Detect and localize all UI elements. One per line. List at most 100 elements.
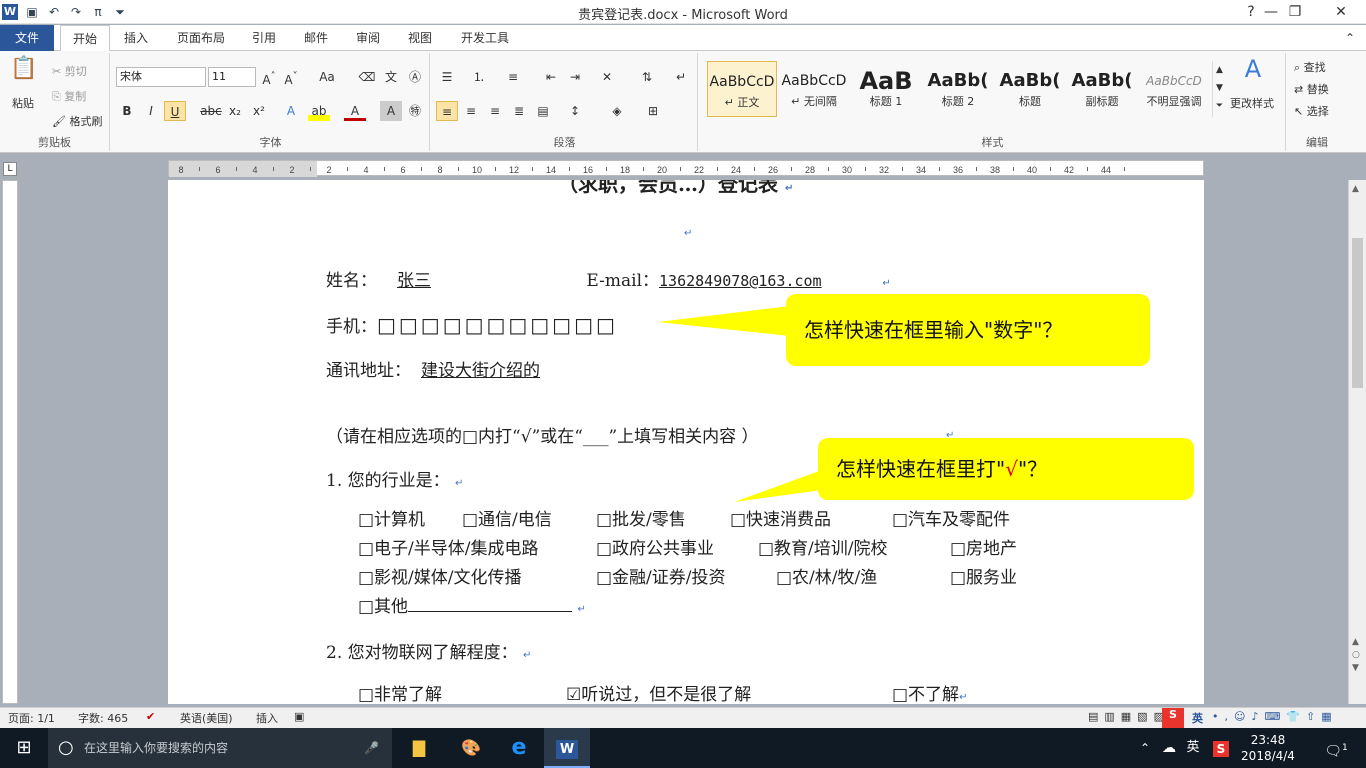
superscript-icon[interactable]: x² bbox=[248, 101, 270, 121]
redo-icon[interactable]: ↷ bbox=[68, 4, 84, 20]
insert-mode[interactable]: 插入 bbox=[256, 710, 278, 726]
tab-layout[interactable]: 页面布局 bbox=[168, 25, 234, 51]
format-painter-button[interactable]: 🖌 格式刷 bbox=[52, 113, 102, 129]
font-name-combo[interactable]: 宋体 bbox=[116, 67, 206, 87]
tab-references[interactable]: 引用 bbox=[242, 25, 286, 51]
tab-home[interactable]: 开始 bbox=[60, 25, 110, 52]
text-effects-icon[interactable]: A bbox=[280, 101, 302, 121]
select-button[interactable]: ↖ 选择 bbox=[1294, 103, 1329, 119]
close-button[interactable]: ✕ bbox=[1318, 0, 1364, 24]
undo-icon[interactable]: ↶ bbox=[46, 4, 62, 20]
bullets-icon[interactable]: ☰ bbox=[436, 67, 458, 87]
justify-icon[interactable]: ≣ bbox=[508, 101, 530, 121]
strikethrough-icon[interactable]: abc bbox=[200, 101, 222, 121]
align-right-icon[interactable]: ≡ bbox=[484, 101, 506, 121]
change-styles-button[interactable]: 更改样式 bbox=[1230, 95, 1274, 111]
distributed-icon[interactable]: ▤ bbox=[532, 101, 554, 121]
character-border-icon[interactable]: Ⓐ bbox=[404, 67, 426, 87]
character-shading-icon[interactable]: A bbox=[380, 101, 402, 121]
paint-app-icon[interactable]: 🎨 bbox=[448, 728, 494, 768]
find-button[interactable]: ⌕ 查找 bbox=[1294, 59, 1326, 75]
language-indicator[interactable]: 英语(美国) bbox=[180, 710, 233, 726]
tab-mailings[interactable]: 邮件 bbox=[294, 25, 338, 51]
line-spacing-icon[interactable]: ↕ bbox=[564, 101, 586, 121]
style-heading-1[interactable]: AaB 标题 1 bbox=[851, 61, 921, 117]
view-buttons[interactable]: ▤▥▦▧▨ bbox=[1088, 710, 1170, 723]
edge-browser-icon[interactable]: e bbox=[496, 728, 542, 768]
change-case-icon[interactable]: Aa bbox=[316, 67, 338, 87]
style-title[interactable]: AaBb(标题 bbox=[995, 61, 1065, 117]
scroll-up-icon[interactable]: ▲ bbox=[1352, 184, 1359, 194]
pi-icon[interactable]: π bbox=[90, 4, 106, 20]
word-count[interactable]: 字数: 465 bbox=[78, 710, 128, 726]
numbering-icon[interactable]: ⒈ bbox=[468, 67, 490, 87]
tab-selector[interactable]: L bbox=[3, 162, 17, 176]
font-size-combo[interactable]: 11 bbox=[208, 67, 256, 87]
style-subtle-emphasis[interactable]: AaBbCcD 不明显强调 bbox=[1139, 61, 1209, 117]
ime-language[interactable]: 英 bbox=[1192, 710, 1203, 726]
ime-taskbar-language[interactable]: 英 bbox=[1182, 728, 1204, 768]
browse-object-icons[interactable]: ▲ ○ ▼ bbox=[1352, 636, 1360, 675]
italic-icon[interactable]: I bbox=[140, 101, 162, 121]
sort-icon[interactable]: ⇅ bbox=[636, 67, 658, 87]
tab-file[interactable]: 文件 bbox=[0, 25, 54, 51]
highlight-icon[interactable]: ab bbox=[308, 101, 330, 121]
multilevel-list-icon[interactable]: ≡ bbox=[502, 67, 524, 87]
taskbar-search-box[interactable]: ○ 在这里输入你要搜索的内容 🎤 bbox=[48, 728, 392, 768]
paste-icon[interactable]: 📋 bbox=[10, 58, 37, 89]
phonetic-guide-icon[interactable]: 文 bbox=[380, 67, 402, 87]
document-page[interactable]: （求职，会员…）登记表 ↵ ↵ 姓名： 张三 E-mail：1362849078@… bbox=[168, 180, 1204, 704]
chinese-layout-icon[interactable]: ✕ bbox=[596, 67, 618, 87]
decrease-indent-icon[interactable]: ⇤ bbox=[540, 67, 562, 87]
show-marks-icon[interactable]: ↵ bbox=[670, 67, 692, 87]
proofing-icon[interactable]: ✔ bbox=[146, 710, 155, 723]
show-hidden-icons[interactable]: ⌃ bbox=[1134, 728, 1156, 768]
font-color-icon[interactable]: A bbox=[344, 101, 366, 121]
macro-record-icon[interactable]: ▣ bbox=[294, 710, 304, 723]
sogou-ime-icon[interactable]: S bbox=[1162, 708, 1184, 728]
restore-button[interactable]: ❐ bbox=[1272, 0, 1318, 24]
change-styles-icon[interactable]: A bbox=[1236, 57, 1270, 89]
tab-view[interactable]: 视图 bbox=[398, 25, 442, 51]
tab-developer[interactable]: 开发工具 bbox=[452, 25, 518, 51]
save-icon[interactable]: ▣ bbox=[24, 4, 40, 20]
clear-format-icon[interactable]: ⌫ bbox=[356, 67, 378, 87]
borders-icon[interactable]: ⊞ bbox=[642, 101, 664, 121]
ime-toolbar-icons[interactable]: •,☺♪⌨👕⇧▦ bbox=[1212, 710, 1338, 723]
grow-font-icon[interactable]: A˄ bbox=[258, 67, 280, 87]
increase-indent-icon[interactable]: ⇥ bbox=[564, 67, 586, 87]
style-normal[interactable]: AaBbCcD ↵ 正文 bbox=[707, 61, 777, 117]
vertical-scrollbar[interactable]: ▲ ▲ ○ ▼ bbox=[1348, 180, 1366, 704]
style-heading-2[interactable]: AaBb(标题 2 bbox=[923, 61, 993, 117]
align-center-icon[interactable]: ≡ bbox=[460, 101, 482, 121]
replace-button[interactable]: ⇄ 替换 bbox=[1294, 81, 1329, 97]
clock[interactable]: 23:48 2018/4/4 bbox=[1236, 732, 1300, 764]
collapse-ribbon-icon[interactable]: ⌃ bbox=[1340, 25, 1360, 51]
copy-button[interactable]: ⎘ 复制 bbox=[52, 88, 86, 104]
paste-button[interactable]: 粘贴 bbox=[12, 95, 34, 111]
style-subtitle[interactable]: AaBb(副标题 bbox=[1067, 61, 1137, 117]
horizontal-ruler[interactable]: 8 6 4 2 2 4 6 8 10 12 14 16 18 20 22 24 26 28 30 32 34 36 38 40… bbox=[168, 160, 1204, 177]
network-icon[interactable]: ☁ bbox=[1158, 728, 1180, 768]
scrollbar-thumb[interactable] bbox=[1352, 238, 1363, 388]
microphone-icon[interactable]: 🎤 bbox=[364, 728, 379, 768]
enclose-characters-icon[interactable]: ㊕ bbox=[404, 101, 426, 121]
shading-icon[interactable]: ◈ bbox=[606, 101, 628, 121]
tab-review[interactable]: 审阅 bbox=[346, 25, 390, 51]
windows-start-icon[interactable]: ⊞ bbox=[0, 728, 48, 768]
subscript-icon[interactable]: x₂ bbox=[224, 101, 246, 121]
shrink-font-icon[interactable]: A˅ bbox=[280, 67, 302, 87]
action-center-icon[interactable]: 🗨1 bbox=[1316, 728, 1356, 768]
bold-icon[interactable]: B bbox=[116, 101, 138, 121]
word-taskbar-icon[interactable]: W bbox=[544, 728, 590, 768]
cut-button[interactable]: ✂ 剪切 bbox=[52, 63, 87, 79]
underline-icon[interactable]: U bbox=[164, 101, 186, 121]
align-left-icon[interactable]: ≡ bbox=[436, 101, 458, 121]
style-no-spacing[interactable]: AaBbCcD ↵ 无间隔 bbox=[779, 61, 849, 117]
styles-scroll-icon[interactable]: ▲ ▼ ⏷ bbox=[1212, 61, 1226, 117]
tab-insert[interactable]: 插入 bbox=[114, 25, 158, 51]
vertical-ruler[interactable] bbox=[2, 180, 18, 704]
sogou-tray-icon[interactable]: S bbox=[1212, 741, 1230, 757]
customize-quick-access-icon[interactable]: ⏷ bbox=[112, 4, 128, 20]
file-explorer-icon[interactable]: ▇ bbox=[396, 728, 442, 768]
